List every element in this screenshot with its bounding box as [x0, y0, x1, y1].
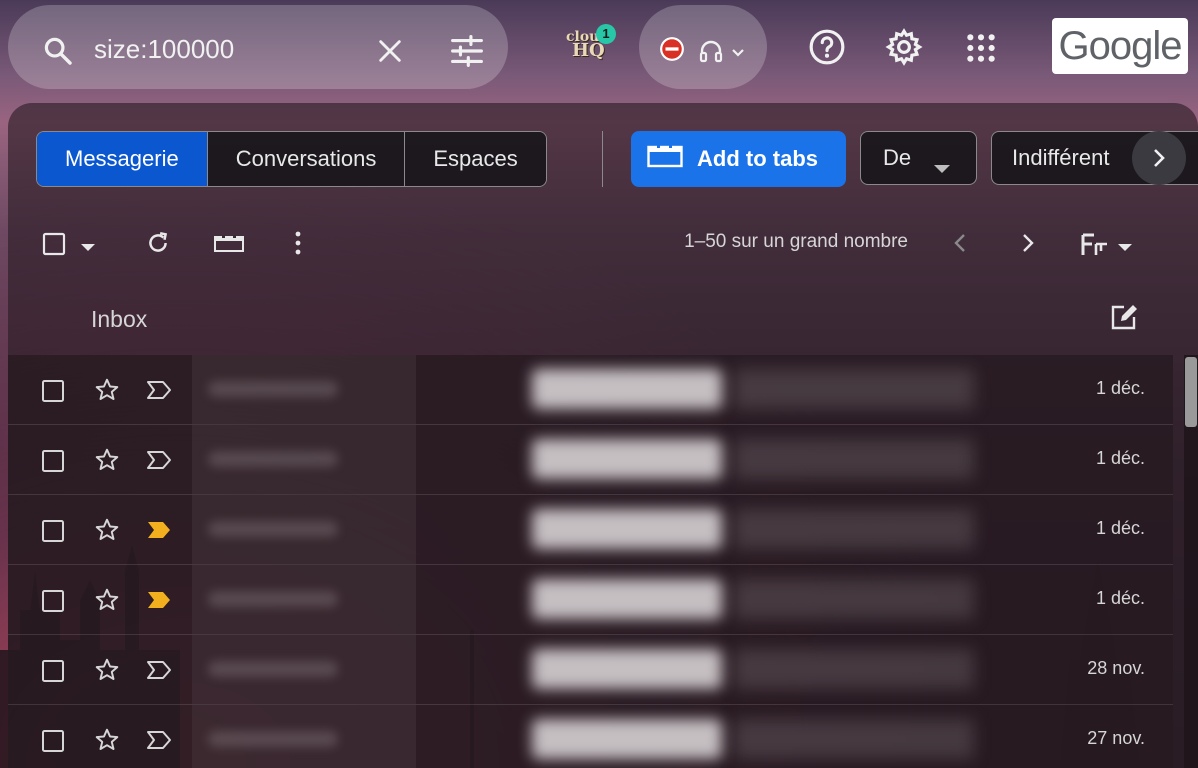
importance-marker-icon[interactable] — [146, 730, 172, 755]
search-icon[interactable] — [42, 35, 74, 72]
email-date: 1 déc. — [1095, 588, 1145, 608]
more-options-icon[interactable] — [290, 230, 306, 261]
help-icon[interactable] — [808, 28, 846, 71]
email-row[interactable]: 1 déc. — [8, 425, 1173, 495]
edit-icon[interactable] — [1110, 303, 1140, 336]
row-checkbox[interactable] — [41, 519, 65, 548]
caret-down-icon — [933, 154, 951, 180]
list-scrollbar[interactable] — [1184, 355, 1198, 768]
email-row[interactable]: 1 déc. — [8, 355, 1173, 425]
importance-marker-icon[interactable] — [146, 380, 172, 405]
scrollbar-thumb[interactable] — [1185, 357, 1197, 427]
email-list: 1 déc. 1 déc. 1 déc. 1 déc. 28 nov. 27 n… — [8, 355, 1173, 768]
star-icon[interactable] — [94, 447, 120, 478]
tab-messagerie[interactable]: Messagerie — [37, 132, 207, 186]
importance-marker-icon[interactable] — [146, 660, 172, 685]
row-checkbox[interactable] — [41, 449, 65, 478]
apps-grid-icon[interactable] — [965, 32, 997, 69]
snippet-blurred — [734, 369, 974, 409]
select-options-caret-icon[interactable] — [81, 239, 95, 257]
gear-icon[interactable] — [885, 28, 923, 71]
subject-blurred — [532, 579, 722, 619]
cloudhq-extension-button[interactable]: clou HQ 1 — [566, 24, 618, 68]
snippet-blurred — [734, 509, 974, 549]
sender-blurred — [192, 635, 416, 704]
importance-marker-icon[interactable] — [146, 590, 172, 615]
chevron-right-icon — [1154, 149, 1165, 167]
subject-blurred — [532, 369, 722, 409]
star-icon[interactable] — [94, 727, 120, 758]
tab-conversations[interactable]: Conversations — [206, 132, 405, 186]
select-all-checkbox[interactable] — [42, 232, 66, 261]
sender-blurred — [192, 495, 416, 564]
star-icon[interactable] — [94, 517, 120, 548]
row-checkbox[interactable] — [41, 589, 65, 618]
divider — [602, 131, 603, 187]
importance-marker-icon[interactable] — [146, 450, 172, 475]
snippet-blurred — [734, 649, 974, 689]
sender-blurred — [192, 425, 416, 494]
email-row[interactable]: 27 nov. — [8, 705, 1173, 768]
filter-date-label: Indifférent — [1012, 145, 1110, 170]
email-row[interactable]: 1 déc. — [8, 495, 1173, 565]
section-title: Inbox — [91, 306, 148, 332]
close-icon[interactable] — [376, 37, 404, 70]
email-date: 1 déc. — [1095, 448, 1145, 468]
importance-marker-icon[interactable] — [146, 520, 172, 545]
snippet-blurred — [734, 719, 974, 759]
subject-blurred — [532, 649, 722, 689]
row-checkbox[interactable] — [41, 379, 65, 408]
email-date: 28 nov. — [1087, 658, 1145, 678]
email-row[interactable]: 28 nov. — [8, 635, 1173, 705]
chips-scroll-right-button[interactable] — [1132, 131, 1186, 185]
chevron-down-icon — [731, 45, 745, 63]
search-input[interactable] — [92, 29, 356, 69]
filter-from-dropdown[interactable]: De — [860, 131, 977, 185]
email-date: 27 nov. — [1087, 728, 1145, 748]
star-icon[interactable] — [94, 657, 120, 688]
row-checkbox[interactable] — [41, 729, 65, 758]
next-page-icon[interactable] — [1018, 231, 1038, 260]
notification-badge: 1 — [596, 24, 616, 44]
star-icon[interactable] — [94, 377, 120, 408]
input-tools-caret-icon[interactable] — [1118, 239, 1132, 257]
headset-icon — [699, 39, 723, 68]
refresh-icon[interactable] — [145, 230, 171, 261]
tabs-icon — [647, 144, 683, 174]
snippet-blurred — [734, 439, 974, 479]
star-icon[interactable] — [94, 587, 120, 618]
add-to-tabs-label: Add to tabs — [697, 146, 818, 171]
tune-icon[interactable] — [450, 35, 484, 72]
sender-blurred — [192, 705, 416, 768]
email-date: 1 déc. — [1095, 378, 1145, 398]
main-panel: Messagerie Conversations Espaces Add to … — [8, 103, 1198, 768]
add-to-tabs-button[interactable]: Add to tabs — [631, 131, 846, 187]
sender-blurred — [192, 355, 416, 424]
subject-blurred — [532, 509, 722, 549]
google-account-logo[interactable]: Google — [1052, 18, 1188, 74]
snippet-blurred — [734, 579, 974, 619]
filter-from-label: De — [883, 145, 912, 170]
input-tools-icon[interactable] — [1080, 231, 1110, 262]
status-selector[interactable] — [639, 5, 767, 89]
label-as-icon[interactable] — [213, 231, 245, 260]
previous-page-icon[interactable] — [950, 231, 970, 260]
email-row[interactable]: 1 déc. — [8, 565, 1173, 635]
subject-blurred — [532, 439, 722, 479]
subject-blurred — [532, 719, 722, 759]
row-checkbox[interactable] — [41, 659, 65, 688]
email-date: 1 déc. — [1095, 518, 1145, 538]
do-not-disturb-icon — [659, 36, 685, 67]
tab-espaces[interactable]: Espaces — [404, 132, 546, 186]
search-scope-tabs: Messagerie Conversations Espaces — [36, 131, 547, 187]
sender-blurred — [192, 565, 416, 634]
pagination-info: 1–50 sur un grand nombre — [684, 231, 908, 252]
search-bar — [8, 5, 508, 89]
